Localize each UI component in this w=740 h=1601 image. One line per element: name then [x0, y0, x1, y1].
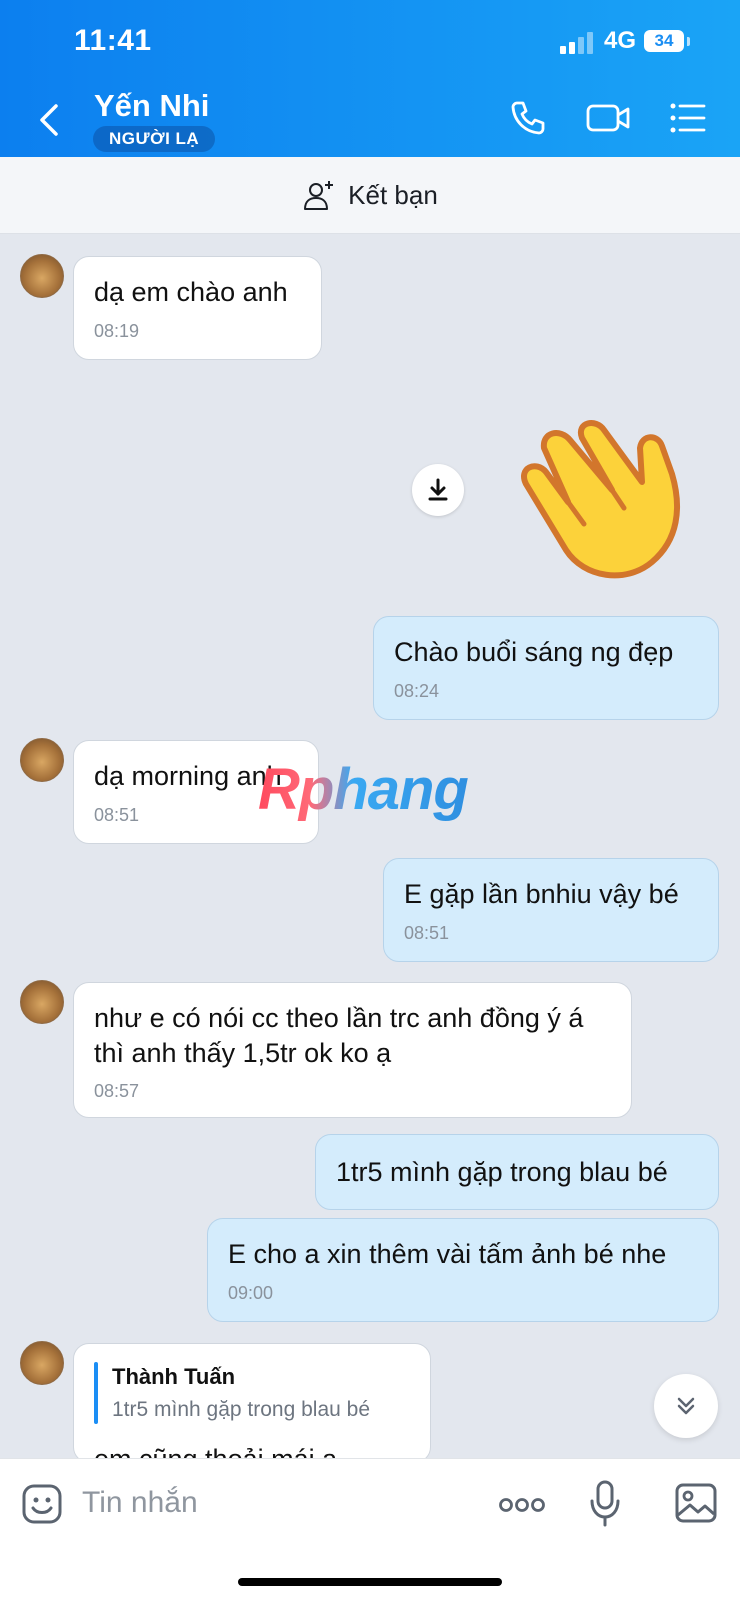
avatar[interactable]: [20, 254, 64, 298]
message-text: như e có nói cc theo lần trc anh đồng ý …: [94, 1003, 584, 1068]
quote-text: 1tr5 mình gặp trong blau bé: [112, 1398, 371, 1421]
message-input[interactable]: [80, 1479, 464, 1527]
message-bubble[interactable]: E cho a xin thêm vài tấm ảnh bé nhe 09:0…: [207, 1218, 719, 1322]
chat-header: 11:41 4G 34 Yến Nhi NGƯỜI LẠ: [0, 0, 740, 157]
battery-tip: [687, 37, 690, 46]
contact-name[interactable]: Yến Nhi: [94, 88, 209, 124]
quote-author: Thành Tuấn: [112, 1364, 236, 1389]
add-friend-button[interactable]: Kết bạn: [0, 157, 740, 234]
battery-icon: 34: [644, 30, 684, 52]
back-icon[interactable]: [34, 100, 64, 140]
message-bubble[interactable]: E gặp lần bnhiu vậy bé 08:51: [383, 858, 719, 962]
reply-message-bubble[interactable]: Thành Tuấn 1tr5 mình gặp trong blau bé e…: [73, 1343, 431, 1463]
message-time: 08:51: [404, 922, 450, 943]
message-text: E cho a xin thêm vài tấm ảnh bé nhe: [228, 1239, 667, 1269]
avatar[interactable]: [20, 980, 64, 1024]
message-text: 1tr5 mình gặp trong blau bé: [336, 1157, 668, 1187]
emoji-icon[interactable]: [21, 1483, 63, 1525]
message-bubble[interactable]: Chào buổi sáng ng đẹp 08:24: [373, 616, 719, 720]
message-text: E gặp lần bnhiu vậy bé: [404, 879, 679, 909]
network-type: 4G: [604, 27, 637, 54]
watermark-logo: Rphang: [258, 757, 469, 822]
message-bubble[interactable]: như e có nói cc theo lần trc anh đồng ý …: [73, 982, 632, 1118]
image-icon[interactable]: [674, 1482, 718, 1524]
status-time: 11:41: [74, 24, 152, 57]
message-text: Chào buổi sáng ng đẹp: [394, 637, 674, 667]
add-friend-label: Kết bạn: [348, 179, 438, 210]
message-text: dạ em chào anh: [94, 277, 288, 307]
avatar[interactable]: [20, 1341, 64, 1385]
chevron-down-icon: [677, 1397, 695, 1415]
waving-hand-sticker[interactable]: [510, 412, 690, 584]
message-bubble[interactable]: 1tr5 mình gặp trong blau bé: [315, 1134, 719, 1210]
quote-bar: [94, 1362, 98, 1424]
message-time: 08:19: [94, 320, 140, 341]
add-friend-icon: [304, 181, 334, 210]
message-time: 08:57: [94, 1081, 140, 1102]
avatar[interactable]: [20, 738, 64, 782]
video-call-icon[interactable]: [585, 98, 631, 138]
more-icon[interactable]: [498, 1493, 546, 1517]
download-button[interactable]: [412, 464, 464, 516]
signal-icon: [560, 32, 593, 54]
scroll-to-bottom-button[interactable]: [654, 1374, 718, 1438]
message-time: 08:24: [394, 680, 440, 701]
message-time: 09:00: [228, 1282, 274, 1303]
message-bubble[interactable]: dạ em chào anh 08:19: [73, 256, 322, 360]
stranger-badge: NGƯỜI LẠ: [93, 126, 216, 152]
phone-icon[interactable]: [508, 98, 548, 138]
home-indicator: [238, 1578, 502, 1586]
download-icon: [428, 478, 448, 501]
microphone-icon[interactable]: [588, 1479, 622, 1529]
menu-icon[interactable]: [668, 98, 708, 138]
